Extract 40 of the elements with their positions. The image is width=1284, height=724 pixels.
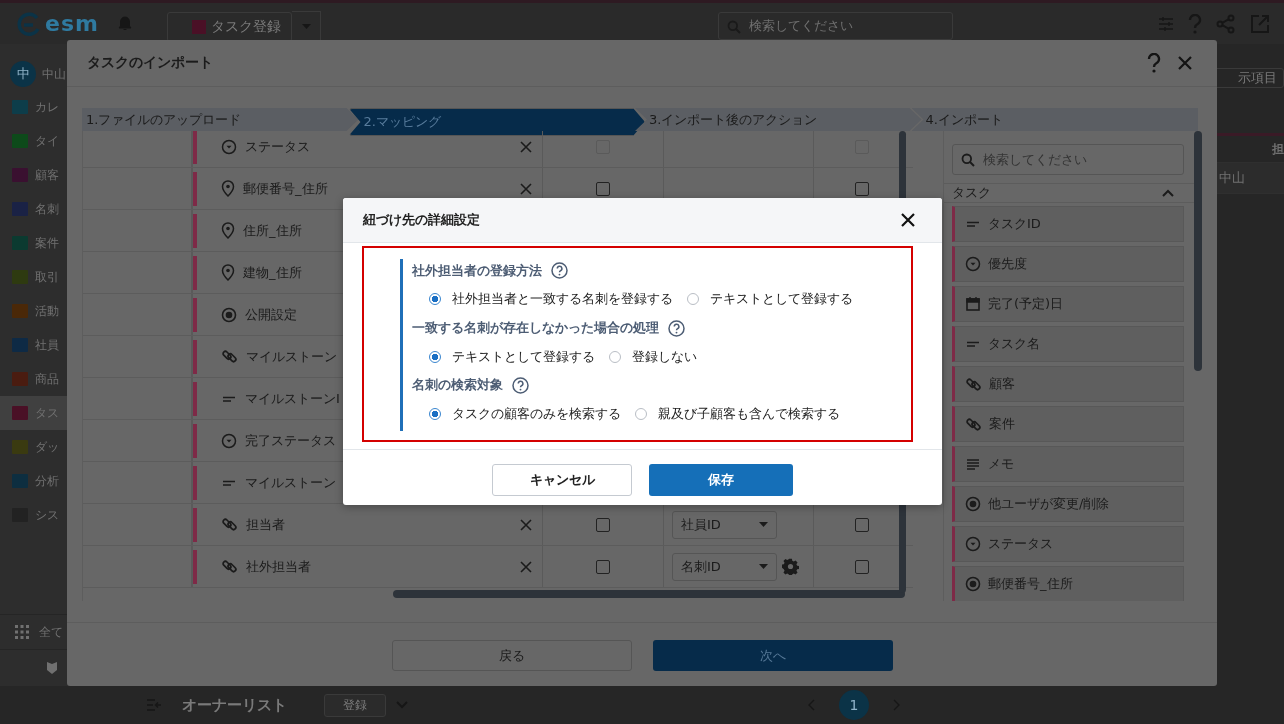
field-label: 建物_住所	[243, 263, 302, 282]
modal-title: タスクのインポート	[87, 54, 213, 72]
sidebar-item-label: 取引	[35, 268, 59, 286]
field-item-label: 優先度	[988, 255, 1027, 273]
sidebar-item-label: 分析	[35, 472, 59, 490]
group-heading: 社外担当者の登録方法	[412, 261, 542, 280]
field-label: 郵便番号_住所	[243, 179, 328, 198]
sidebar-item-label: 名刺	[35, 200, 59, 218]
sidebar-item-label: シス	[35, 506, 59, 524]
field-label: 社外担当者	[246, 557, 311, 576]
group-heading: 一致する名刺が存在しなかった場合の処理	[412, 319, 659, 337]
table-cell: 中山	[1217, 162, 1284, 194]
field-label: 担当者	[246, 515, 285, 534]
logo-text: esm	[45, 11, 99, 36]
mapping-value: 名刺ID	[681, 557, 721, 576]
field-item-label: 郵便番号_住所	[988, 575, 1073, 593]
group-heading: 名刺の検索対象	[412, 376, 503, 395]
field-label: 公開設定	[245, 305, 297, 324]
all-menu-label: 全て	[39, 623, 63, 641]
sidebar-item-label: カレ	[35, 98, 59, 116]
mapping-value: 社員ID	[681, 515, 721, 534]
field-label: 住所_住所	[243, 221, 302, 240]
sidebar-item-label: 活動	[35, 302, 59, 320]
section-title: タスク	[952, 184, 991, 202]
dialog-title: 紐づけ先の詳細設定	[363, 211, 480, 229]
sidebar-item-label: ダッ	[35, 438, 59, 456]
field-item-label: メモ	[988, 455, 1014, 473]
option-label: 登録しない	[632, 347, 697, 366]
sidebar-item-label: 顧客	[35, 166, 59, 184]
field-item-label: 顧客	[989, 375, 1015, 393]
field-item-label: タスクID	[988, 215, 1041, 233]
field-item-label: 完了(予定)日	[988, 295, 1064, 313]
user-name: 中山	[42, 65, 66, 83]
sidebar-item-label: タイ	[35, 132, 59, 150]
sidebar-item-label: 社員	[35, 336, 59, 354]
sidebar-item-label: 案件	[35, 234, 59, 252]
list-title: オーナーリスト	[182, 695, 287, 715]
sidebar-item-label: 商品	[35, 370, 59, 388]
field-item-label: タスク名	[988, 335, 1040, 353]
field-item-label: 案件	[989, 415, 1015, 433]
